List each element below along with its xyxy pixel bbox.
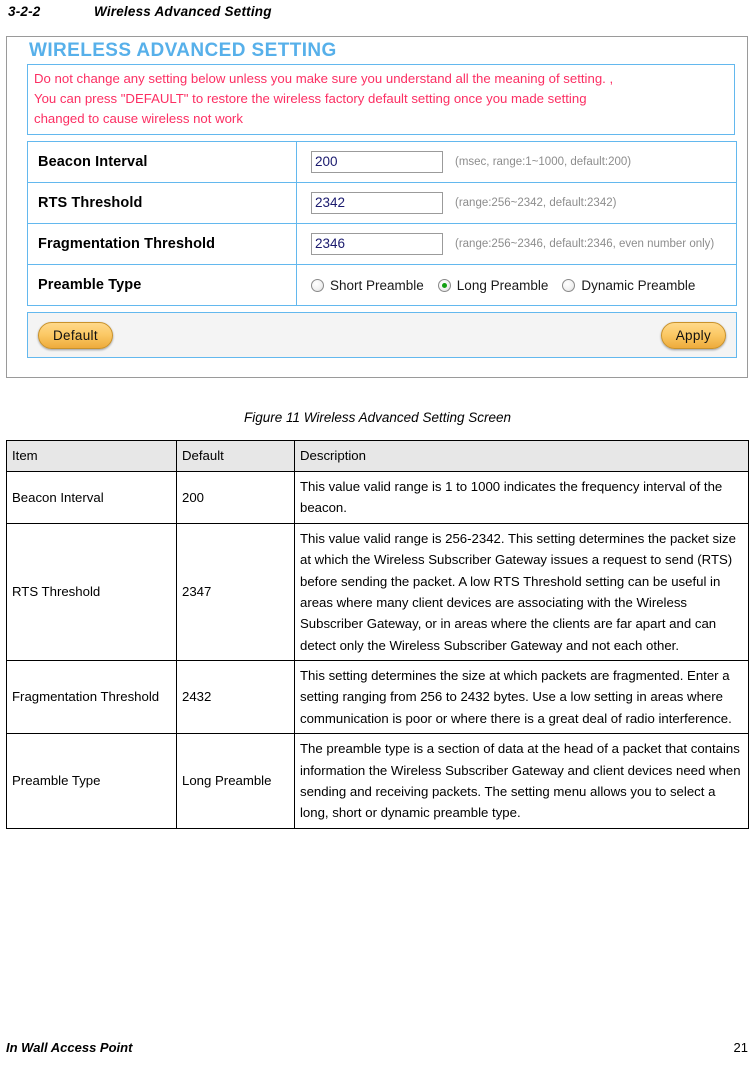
- radio-long-preamble-label: Long Preamble: [456, 277, 549, 293]
- radio-short-preamble[interactable]: Short Preamble: [311, 278, 424, 293]
- radio-checked-icon[interactable]: [437, 278, 451, 292]
- radio-unchecked-icon[interactable]: [311, 278, 324, 292]
- table-row: Preamble Type Long Preamble The preamble…: [6, 733, 749, 829]
- fragmentation-threshold-input[interactable]: 2346: [311, 233, 443, 256]
- preamble-type-radio-group: Short Preamble Long Preamble Dynamic Pre…: [311, 278, 736, 293]
- cell-item: Beacon Interval: [6, 471, 177, 524]
- warning-box: Do not change any setting below unless y…: [27, 63, 735, 136]
- panel-title: WIRELESS ADVANCED SETTING: [29, 40, 337, 61]
- column-header-description: Description: [294, 440, 749, 472]
- warning-line-1: Do not change any setting below unless y…: [34, 70, 614, 86]
- cell-default: 2347: [176, 522, 295, 662]
- table-row: Beacon Interval 200 This value valid ran…: [6, 471, 749, 524]
- footer-document-title: In Wall Access Point: [6, 1040, 133, 1055]
- radio-unchecked-icon[interactable]: [562, 278, 576, 292]
- cell-description: This setting determines the size at whic…: [294, 659, 749, 735]
- section-number: 3-2-2: [8, 3, 41, 19]
- beacon-interval-hint: (msec, range:1~1000, default:200): [455, 156, 632, 169]
- default-button[interactable]: Default: [38, 321, 113, 349]
- form-row-preamble-type: Preamble Type Short Preamble Long Preamb…: [27, 264, 737, 307]
- cell-item: Fragmentation Threshold: [6, 659, 177, 735]
- section-title: Wireless Advanced Setting: [94, 3, 272, 19]
- radio-dynamic-preamble[interactable]: Dynamic Preamble: [562, 278, 695, 293]
- form-row-beacon-interval: Beacon Interval 200 (msec, range:1~1000,…: [27, 141, 737, 184]
- radio-dynamic-preamble-label: Dynamic Preamble: [581, 277, 696, 293]
- screenshot-panel: WIRELESS ADVANCED SETTING Do not change …: [6, 36, 748, 378]
- cell-description: The preamble type is a section of data a…: [294, 733, 749, 829]
- page-footer: In Wall Access Point 21: [6, 1040, 748, 1055]
- fragmentation-threshold-label: Fragmentation Threshold: [27, 223, 297, 266]
- settings-form: Beacon Interval 200 (msec, range:1~1000,…: [27, 141, 737, 307]
- rts-threshold-label: RTS Threshold: [27, 182, 297, 225]
- rts-threshold-hint: (range:256~2342, default:2342): [455, 197, 617, 210]
- cell-description: This value valid range is 1 to 1000 indi…: [294, 471, 749, 524]
- preamble-type-label: Preamble Type: [27, 264, 297, 307]
- warning-line-2: You can press "DEFAULT" to restore the w…: [34, 91, 587, 106]
- cell-item: Preamble Type: [6, 733, 177, 829]
- rts-threshold-input[interactable]: 2342: [311, 192, 443, 215]
- description-table: Item Default Description Beacon Interval…: [6, 440, 749, 829]
- radio-short-preamble-label: Short Preamble: [330, 277, 424, 293]
- apply-button[interactable]: Apply: [660, 321, 726, 349]
- column-header-default: Default: [176, 440, 295, 472]
- footer-page-number: 21: [733, 1040, 748, 1055]
- button-bar: Default Apply: [27, 312, 737, 359]
- table-row: Fragmentation Threshold 2432 This settin…: [6, 659, 749, 735]
- column-header-item: Item: [6, 440, 177, 472]
- cell-item: RTS Threshold: [6, 522, 177, 662]
- radio-long-preamble[interactable]: Long Preamble: [437, 277, 549, 293]
- form-row-fragmentation-threshold: Fragmentation Threshold 2346 (range:256~…: [27, 223, 737, 266]
- table-header-row: Item Default Description: [6, 440, 749, 472]
- form-row-rts-threshold: RTS Threshold 2342 (range:256~2342, defa…: [27, 182, 737, 225]
- section-heading: 3-2-2 Wireless Advanced Setting: [8, 0, 748, 22]
- cell-default: 200: [176, 471, 295, 524]
- fragmentation-threshold-hint: (range:256~2346, default:2346, even numb…: [455, 238, 715, 251]
- warning-line-3: changed to cause wireless not work: [34, 111, 243, 127]
- cell-description: This value valid range is 256-2342. This…: [294, 522, 749, 662]
- beacon-interval-input[interactable]: 200: [311, 151, 443, 174]
- beacon-interval-label: Beacon Interval: [27, 141, 297, 184]
- figure-caption: Figure 11 Wireless Advanced Setting Scre…: [243, 410, 511, 425]
- cell-default: Long Preamble: [176, 733, 295, 829]
- cell-default: 2432: [176, 659, 295, 735]
- table-row: RTS Threshold 2347 This value valid rang…: [6, 522, 749, 662]
